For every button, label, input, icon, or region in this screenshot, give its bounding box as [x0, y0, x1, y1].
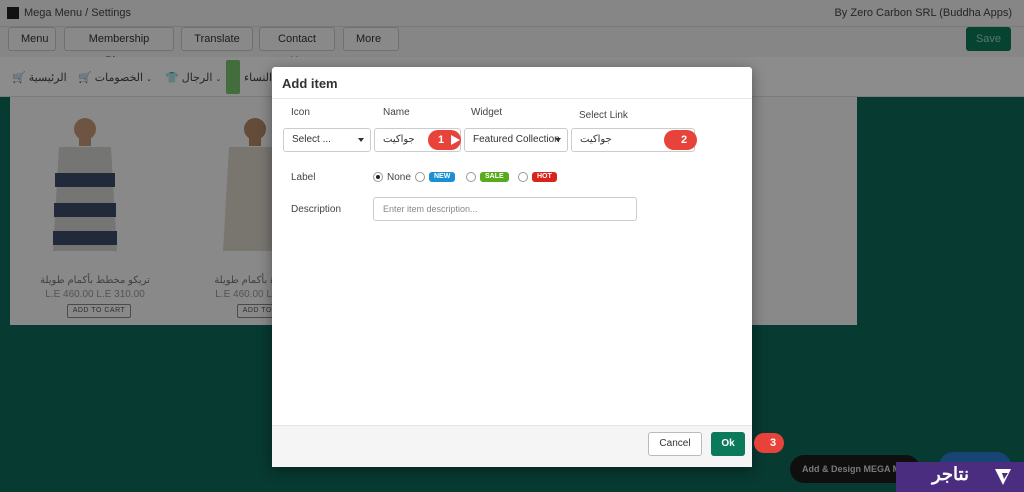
- step-callout-1: 1: [427, 129, 463, 151]
- badge-sale: SALE: [480, 172, 509, 182]
- label-radio-sale[interactable]: [466, 172, 476, 182]
- label-radio-new[interactable]: [415, 172, 425, 182]
- step-callout-3: 3: [752, 432, 788, 454]
- step-callout-2: 2: [662, 129, 698, 151]
- label-option-none: None: [387, 172, 411, 183]
- description-input[interactable]: Enter item description...: [373, 197, 637, 221]
- callout-number: 3: [769, 437, 777, 449]
- brand-watermark: نتاجر: [896, 462, 1024, 492]
- label-radio-none[interactable]: [373, 172, 383, 182]
- brand-name: نتاجر: [932, 464, 969, 484]
- caret-down-icon: [358, 138, 364, 142]
- badge-new: NEW: [429, 172, 456, 182]
- dialog-footer: Cancel Ok: [272, 425, 752, 467]
- column-header-widget: Widget: [471, 107, 503, 118]
- brand-logo-icon: [995, 469, 1011, 485]
- column-header-link: Select Link: [579, 110, 628, 121]
- ok-button[interactable]: Ok: [711, 432, 745, 456]
- cancel-button[interactable]: Cancel: [648, 432, 702, 456]
- caret-down-icon: [555, 138, 561, 142]
- dialog-title: Add item: [282, 76, 338, 91]
- icon-select-value: Select ...: [292, 134, 331, 145]
- icon-select[interactable]: Select ...: [283, 128, 371, 152]
- label-field-label: Label: [291, 172, 316, 183]
- column-header-name: Name: [383, 107, 410, 118]
- column-header-icon: Icon: [291, 107, 310, 118]
- dialog-header: Add item: [272, 67, 752, 99]
- add-item-dialog: Add item Icon Name Widget Select Link Se…: [272, 67, 752, 467]
- description-label: Description: [291, 204, 342, 215]
- callout-number: 2: [680, 134, 688, 146]
- callout-number: 1: [437, 134, 445, 146]
- label-radio-hot[interactable]: [518, 172, 528, 182]
- widget-select-value: Featured Collection: [473, 134, 560, 145]
- badge-hot: HOT: [532, 172, 557, 182]
- widget-select[interactable]: Featured Collection: [464, 128, 568, 152]
